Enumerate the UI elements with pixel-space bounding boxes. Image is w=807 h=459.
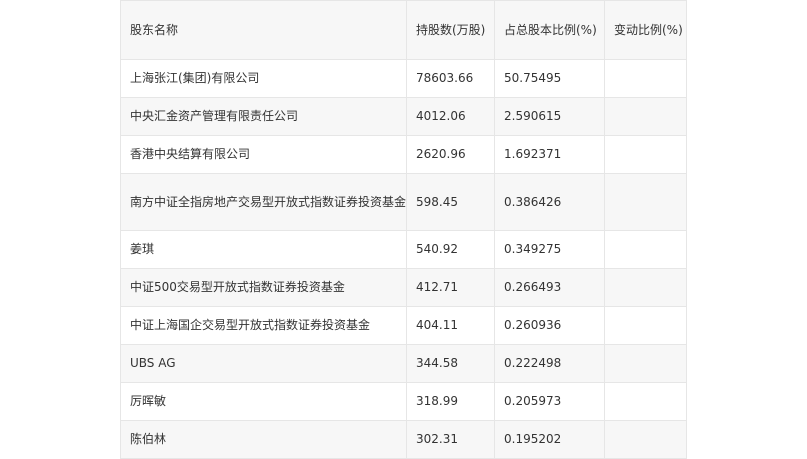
share-ratio-cell: 0.266493 xyxy=(494,268,605,307)
table-row: 陈伯林 302.31 0.195202 xyxy=(120,420,687,459)
share-ratio-cell: 0.205973 xyxy=(494,382,605,421)
table-row: 南方中证全指房地产交易型开放式指数证券投资基金 598.45 0.386426 xyxy=(120,173,687,231)
shareholder-name-cell: 姜琪 xyxy=(120,230,407,269)
share-ratio-cell: 0.386426 xyxy=(494,173,605,231)
change-ratio-cell xyxy=(604,135,687,174)
shareholder-table: 股东名称 持股数(万股) 占总股本比例(%) 变动比例(%) 上海张江(集团)有… xyxy=(120,0,687,459)
header-change-ratio: 变动比例(%) xyxy=(604,0,687,60)
change-ratio-cell xyxy=(604,230,687,269)
change-ratio-cell xyxy=(604,97,687,136)
shareholder-name-cell: 中央汇金资产管理有限责任公司 xyxy=(120,97,407,136)
shareholder-name-cell: 南方中证全指房地产交易型开放式指数证券投资基金 xyxy=(120,173,407,231)
change-ratio-cell xyxy=(604,59,687,98)
table-row: 中证上海国企交易型开放式指数证券投资基金 404.11 0.260936 xyxy=(120,306,687,345)
change-ratio-cell xyxy=(604,306,687,345)
shares-held-cell: 2620.96 xyxy=(406,135,495,174)
shareholder-table-container: 股东名称 持股数(万股) 占总股本比例(%) 变动比例(%) 上海张江(集团)有… xyxy=(120,0,687,459)
change-ratio-cell xyxy=(604,420,687,459)
share-ratio-cell: 50.75495 xyxy=(494,59,605,98)
shareholder-name-cell: 厉晖敏 xyxy=(120,382,407,421)
shareholder-name-cell: 上海张江(集团)有限公司 xyxy=(120,59,407,98)
table-row: UBS AG 344.58 0.222498 xyxy=(120,344,687,383)
shareholder-name-cell: 中证500交易型开放式指数证券投资基金 xyxy=(120,268,407,307)
shares-held-cell: 344.58 xyxy=(406,344,495,383)
share-ratio-cell: 0.195202 xyxy=(494,420,605,459)
table-row: 中央汇金资产管理有限责任公司 4012.06 2.590615 xyxy=(120,97,687,136)
table-header-row: 股东名称 持股数(万股) 占总股本比例(%) 变动比例(%) xyxy=(120,0,687,60)
share-ratio-cell: 0.260936 xyxy=(494,306,605,345)
share-ratio-cell: 0.222498 xyxy=(494,344,605,383)
change-ratio-cell xyxy=(604,268,687,307)
change-ratio-cell xyxy=(604,382,687,421)
shares-held-cell: 78603.66 xyxy=(406,59,495,98)
table-row: 上海张江(集团)有限公司 78603.66 50.75495 xyxy=(120,59,687,98)
share-ratio-cell: 0.349275 xyxy=(494,230,605,269)
shareholder-name-cell: 陈伯林 xyxy=(120,420,407,459)
share-ratio-cell: 1.692371 xyxy=(494,135,605,174)
shares-held-cell: 540.92 xyxy=(406,230,495,269)
shareholder-name-cell: 中证上海国企交易型开放式指数证券投资基金 xyxy=(120,306,407,345)
table-row: 香港中央结算有限公司 2620.96 1.692371 xyxy=(120,135,687,174)
shares-held-cell: 598.45 xyxy=(406,173,495,231)
table-row: 姜琪 540.92 0.349275 xyxy=(120,230,687,269)
shares-held-cell: 404.11 xyxy=(406,306,495,345)
share-ratio-cell: 2.590615 xyxy=(494,97,605,136)
change-ratio-cell xyxy=(604,344,687,383)
shareholder-name-cell: 香港中央结算有限公司 xyxy=(120,135,407,174)
shareholder-name-cell: UBS AG xyxy=(120,344,407,383)
shares-held-cell: 4012.06 xyxy=(406,97,495,136)
header-shareholder-name: 股东名称 xyxy=(120,0,407,60)
shares-held-cell: 412.71 xyxy=(406,268,495,307)
change-ratio-cell xyxy=(604,173,687,231)
header-shares-held: 持股数(万股) xyxy=(406,0,495,60)
header-share-ratio: 占总股本比例(%) xyxy=(494,0,605,60)
shares-held-cell: 302.31 xyxy=(406,420,495,459)
table-row: 厉晖敏 318.99 0.205973 xyxy=(120,382,687,421)
table-row: 中证500交易型开放式指数证券投资基金 412.71 0.266493 xyxy=(120,268,687,307)
shares-held-cell: 318.99 xyxy=(406,382,495,421)
